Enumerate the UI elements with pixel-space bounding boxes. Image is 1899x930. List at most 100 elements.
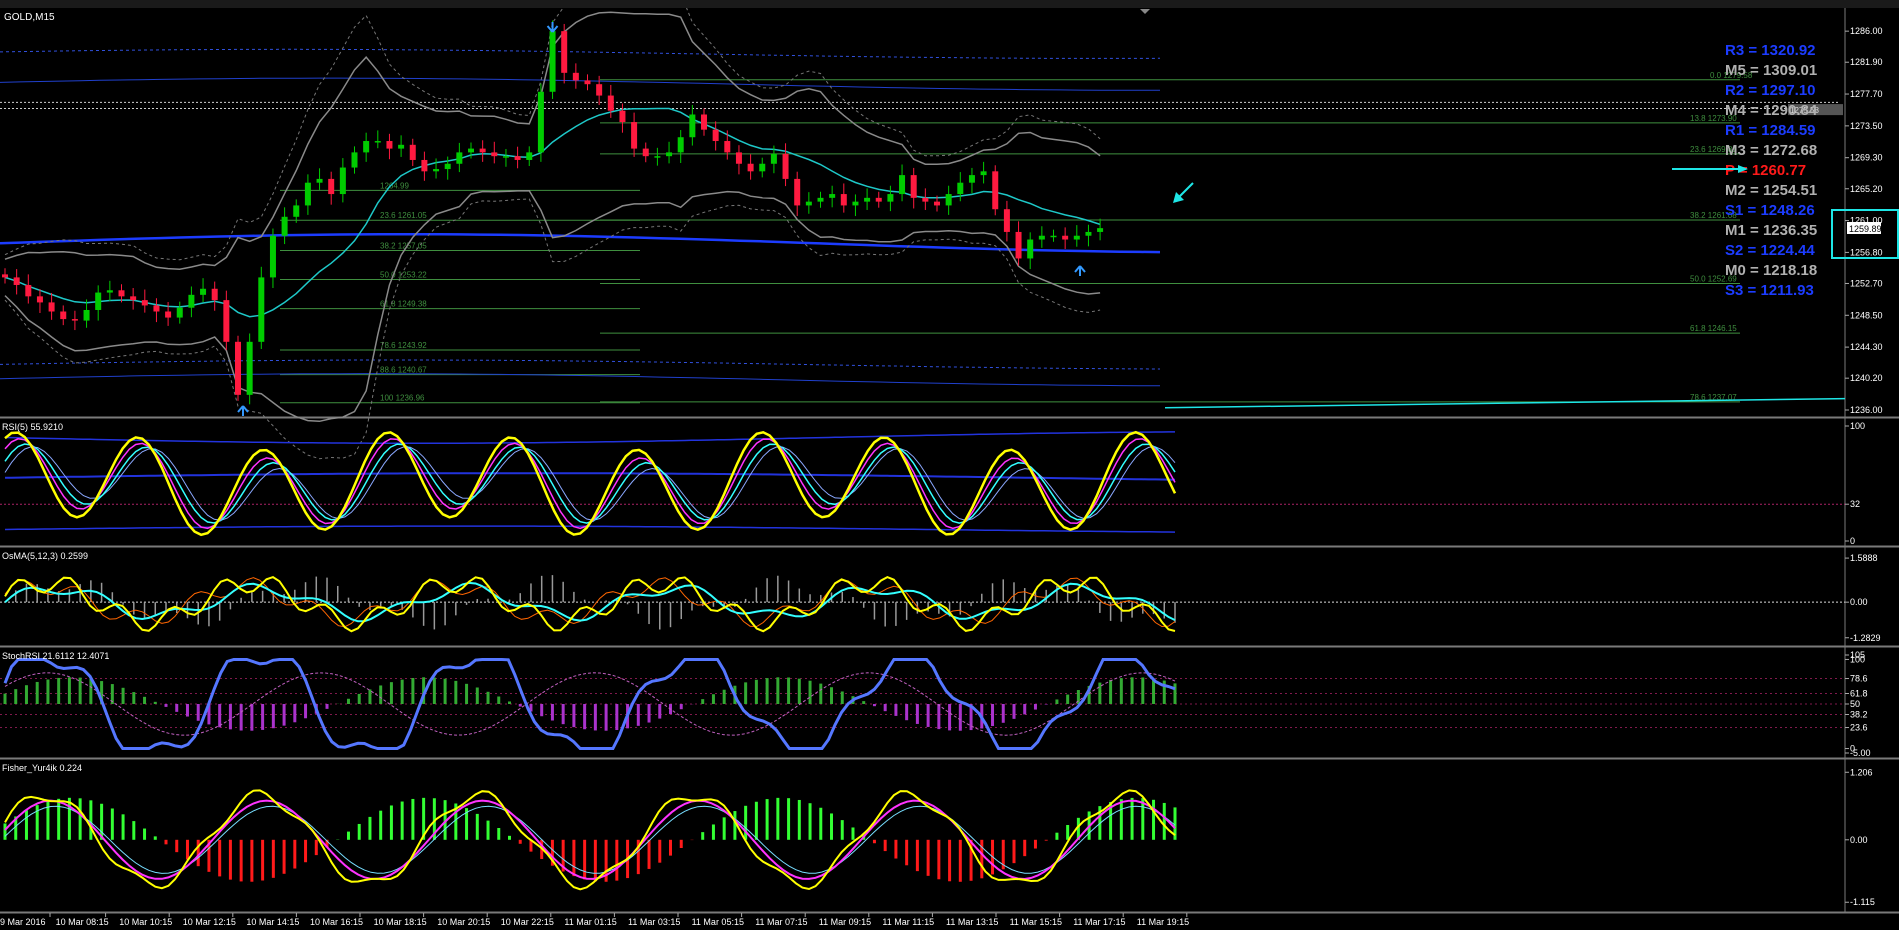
time-axis-label: 11 Mar 11:15 bbox=[882, 917, 934, 927]
stochrsi-tick-label: 61.8 bbox=[1850, 688, 1868, 698]
time-axis-label: 11 Mar 09:15 bbox=[819, 917, 871, 927]
candle-body bbox=[48, 302, 55, 312]
candle-body bbox=[910, 175, 917, 198]
candle-body bbox=[642, 148, 649, 157]
candle-body bbox=[677, 137, 684, 153]
candle-body bbox=[747, 163, 754, 172]
candle-body bbox=[258, 277, 265, 342]
time-axis-label: 10 Mar 20:15 bbox=[437, 917, 490, 927]
pivot-name: M3 bbox=[1725, 142, 1746, 159]
pivot-value: 1272.68 bbox=[1763, 142, 1817, 159]
candle-body bbox=[106, 290, 113, 293]
pivot-value: 1290.84 bbox=[1763, 102, 1818, 119]
pivot-equals: = bbox=[1744, 42, 1761, 59]
pivot-level-label: M5 = 1309.01 bbox=[1725, 62, 1817, 79]
rsi-tick-label: 32 bbox=[1850, 499, 1860, 509]
candle-body bbox=[922, 197, 929, 202]
candle-body bbox=[968, 175, 975, 183]
price-tick-label: 1244.30 bbox=[1850, 342, 1883, 352]
price-tick-label: 1286.00 bbox=[1850, 26, 1883, 36]
candle-body bbox=[607, 95, 614, 111]
candle-body bbox=[293, 205, 300, 217]
candle-body bbox=[71, 319, 78, 321]
osma-tick-label: 0.00 bbox=[1850, 597, 1868, 607]
candle-body bbox=[526, 152, 533, 160]
trading-chart[interactable]: 1286.00 1281.90 1277.70 1273.50 1269.30 1265.… bbox=[0, 8, 1899, 930]
time-axis-label: 10 Mar 16:15 bbox=[310, 917, 363, 927]
candle-body bbox=[130, 296, 137, 301]
candle-body bbox=[502, 156, 509, 158]
price-tick-label: 1236.00 bbox=[1850, 405, 1883, 415]
time-axis-label: 10 Mar 12:15 bbox=[183, 917, 236, 927]
fib-level-label: 61.8 1246.15 bbox=[1690, 324, 1737, 333]
blue-ma-line bbox=[0, 232, 1161, 254]
fib-left-label: 100 1236.96 bbox=[380, 394, 425, 403]
stochrsi-tick-label: 38.2 bbox=[1850, 710, 1868, 720]
candle-body bbox=[572, 72, 579, 81]
stochrsi-tick-label: 100 bbox=[1850, 654, 1865, 664]
candle-body bbox=[316, 178, 323, 183]
osma-line bbox=[4, 575, 1176, 633]
pivot-value: 1211.93 bbox=[1760, 282, 1813, 299]
candle-body bbox=[351, 152, 358, 168]
candle-body bbox=[782, 153, 789, 179]
pivot-name: R3 bbox=[1725, 42, 1744, 59]
price-tick-label: 1281.90 bbox=[1850, 57, 1883, 67]
pivot-name: M5 bbox=[1725, 62, 1746, 79]
pivot-name: R2 bbox=[1725, 82, 1744, 99]
price-tick-label: 1240.20 bbox=[1850, 373, 1883, 383]
pivot-value: 1309.01 bbox=[1763, 62, 1817, 79]
candle-body bbox=[817, 197, 824, 202]
fib-left-label: 23.6 1261.05 bbox=[380, 211, 427, 220]
scroll-marker-icon bbox=[1140, 9, 1150, 14]
rsi-tick-label: 0 bbox=[1850, 536, 1855, 546]
candle-body bbox=[13, 277, 20, 285]
candle-body bbox=[596, 84, 603, 96]
pivot-equals: = bbox=[1746, 102, 1763, 119]
price-tick-label: 1252.70 bbox=[1850, 278, 1883, 288]
pivot-equals: = bbox=[1743, 242, 1760, 259]
price-tick-label: 1248.50 bbox=[1850, 310, 1883, 320]
candle-body bbox=[1027, 239, 1034, 259]
candle-body bbox=[386, 141, 393, 149]
pivot-level-label: P = 1260.77 bbox=[1725, 162, 1806, 179]
stochrsi-tick-label: -5.00 bbox=[1850, 748, 1871, 758]
candle-body bbox=[549, 31, 556, 92]
candle-body bbox=[1062, 235, 1069, 240]
candle-body bbox=[957, 182, 964, 195]
fractal-down-arrow-icon bbox=[1074, 265, 1086, 276]
osma-tick-label: -1.2829 bbox=[1850, 633, 1881, 643]
toolbar-strip bbox=[0, 0, 1899, 8]
candle-body bbox=[1003, 209, 1010, 232]
rsi-signal-magenta bbox=[4, 438, 1176, 530]
candle-body bbox=[468, 148, 474, 153]
pivot-level-label: R2 = 1297.10 bbox=[1725, 82, 1816, 99]
candle-body bbox=[491, 152, 498, 157]
candle-body bbox=[875, 197, 882, 202]
candle-body bbox=[735, 152, 742, 164]
candle-body bbox=[537, 91, 544, 153]
candle-body bbox=[1097, 228, 1104, 232]
pivot-level-label: R3 = 1320.92 bbox=[1725, 42, 1816, 59]
pivot-name: S3 bbox=[1725, 282, 1743, 299]
time-axis-label: 10 Mar 10:15 bbox=[119, 917, 172, 927]
candle-body bbox=[887, 194, 894, 202]
candle-body bbox=[141, 300, 148, 306]
candle-body bbox=[1038, 235, 1045, 240]
candle-body bbox=[619, 110, 626, 123]
pivot-level-label: R1 = 1284.59 bbox=[1725, 122, 1816, 139]
candle-body bbox=[654, 156, 661, 158]
time-axis-label: 11 Mar 15:15 bbox=[1010, 917, 1062, 927]
fisher-signal-line bbox=[4, 799, 1176, 881]
time-axis-label: 11 Mar 05:15 bbox=[692, 917, 744, 927]
rsi-lower-band bbox=[4, 525, 1176, 533]
time-axis-label: 11 Mar 03:15 bbox=[628, 917, 680, 927]
price-tick-label: 1273.50 bbox=[1850, 121, 1883, 131]
time-axis-label: 11 Mar 13:15 bbox=[946, 917, 998, 927]
pivot-equals: = bbox=[1746, 222, 1763, 239]
pivot-name: R1 bbox=[1725, 122, 1744, 139]
stochrsi-tick-label: 23.6 bbox=[1850, 723, 1868, 733]
pivot-level-label: M2 = 1254.51 bbox=[1725, 182, 1817, 199]
candle-body bbox=[374, 141, 381, 143]
pivot-level-label: S3 = 1211.93 bbox=[1725, 282, 1814, 299]
